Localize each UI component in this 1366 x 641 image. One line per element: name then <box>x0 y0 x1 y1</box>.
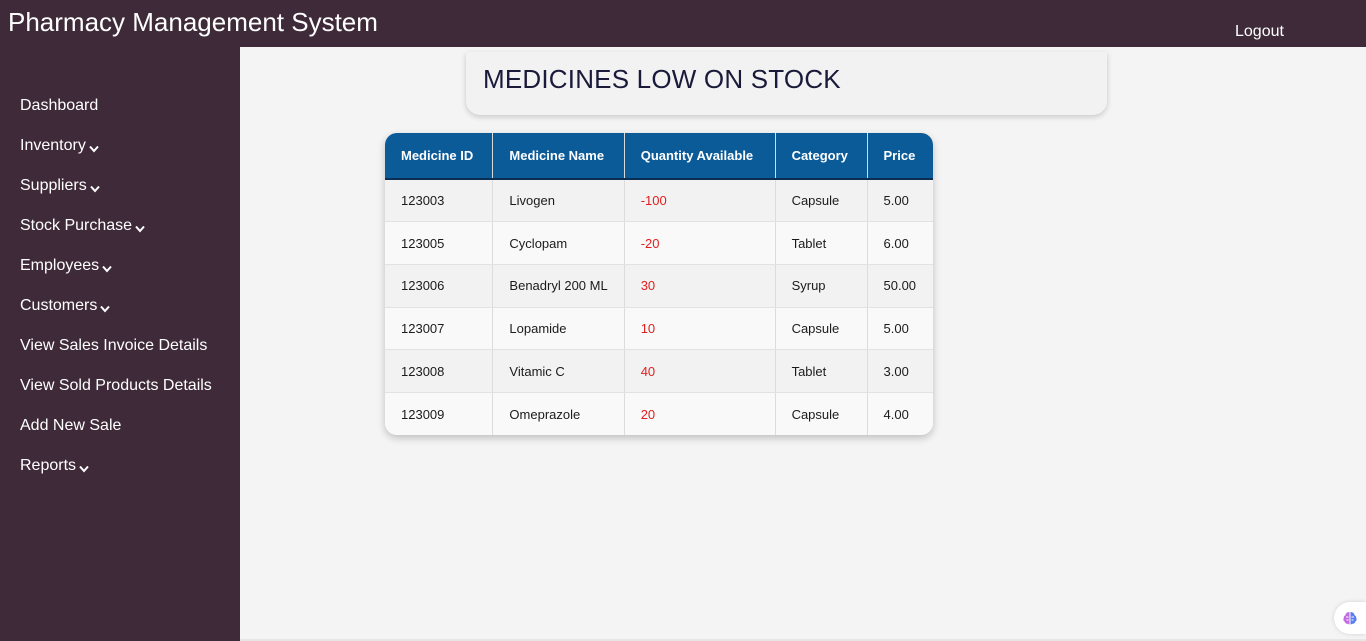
sidebar-item-customers[interactable]: Customers <box>0 286 240 326</box>
cell-category: Capsule <box>775 307 868 351</box>
cell-price: 5.00 <box>867 307 933 351</box>
sidebar-item-view-sold-products-details[interactable]: View Sold Products Details <box>0 366 240 406</box>
cell-medicine-id: 123003 <box>385 179 494 223</box>
sidebar-item-reports[interactable]: Reports <box>0 446 240 486</box>
table-row: 123006 Benadryl 200 ML 30 Syrup 50.00 <box>385 264 933 308</box>
cell-medicine-id: 123007 <box>385 307 494 351</box>
sidebar-item-label: View Sales Invoice Details <box>20 337 208 354</box>
cell-medicine-name: Lopamide <box>492 307 625 351</box>
cell-quantity-available: 30 <box>624 264 776 308</box>
low-stock-table: Medicine ID Medicine Name Quantity Avail… <box>385 133 933 436</box>
chevron-down-icon <box>89 183 101 195</box>
cell-medicine-name: Cyclopam <box>492 221 625 265</box>
app-title: Pharmacy Management System <box>8 7 378 37</box>
table-row: 123009 Omeprazole 20 Capsule 4.00 <box>385 392 933 436</box>
sidebar-item-label: Stock Purchase <box>20 217 133 234</box>
cell-price: 5.00 <box>867 179 933 223</box>
cell-medicine-id: 123009 <box>385 392 494 436</box>
page-title: MEDICINES LOW ON STOCK <box>483 64 841 94</box>
sidebar-item-inventory[interactable]: Inventory <box>0 126 240 166</box>
cell-medicine-name: Livogen <box>492 179 625 223</box>
chevron-down-icon <box>134 223 146 235</box>
low-stock-table-container: Medicine ID Medicine Name Quantity Avail… <box>385 133 933 436</box>
sidebar-item-label: Inventory <box>20 137 86 154</box>
cell-medicine-id: 123006 <box>385 264 494 308</box>
sidebar-item-label: Employees <box>20 257 100 274</box>
sidebar-item-view-sales-invoice-details[interactable]: View Sales Invoice Details <box>0 326 240 366</box>
sidebar-item-label: Customers <box>20 297 98 314</box>
sidebar: Dashboard Inventory Suppliers Stock Purc… <box>0 47 240 641</box>
sidebar-item-employees[interactable]: Employees <box>0 246 240 286</box>
chevron-down-icon <box>99 303 111 315</box>
chevron-down-icon <box>101 263 113 275</box>
cell-medicine-id: 123008 <box>385 349 494 393</box>
cell-category: Tablet <box>775 349 868 393</box>
table-header-row: Medicine ID Medicine Name Quantity Avail… <box>385 133 933 180</box>
cell-medicine-id: 123005 <box>385 221 494 265</box>
cell-price: 4.00 <box>883 406 909 422</box>
chevron-down-icon <box>88 143 100 155</box>
sidebar-item-stock-purchase[interactable]: Stock Purchase <box>0 206 240 246</box>
cell-price: 3.00 <box>867 349 933 393</box>
table-row: 123005 Cyclopam -20 Tablet 6.00 <box>385 221 933 265</box>
assistant-button[interactable] <box>1334 602 1366 634</box>
column-header-quantity-available: Quantity Available <box>624 133 776 180</box>
sidebar-item-dashboard[interactable]: Dashboard <box>0 86 240 126</box>
cell-category: Syrup <box>775 264 868 308</box>
cell-quantity-available: 10 <box>624 307 776 351</box>
page-header-card: MEDICINES LOW ON STOCK <box>466 52 1107 115</box>
cell-medicine-name: Omeprazole <box>492 392 625 436</box>
cell-price: 6.00 <box>867 221 933 265</box>
sidebar-item-label: Dashboard <box>20 97 99 114</box>
table-row: 123007 Lopamide 10 Capsule 5.00 <box>385 307 933 351</box>
column-header-medicine-id: Medicine ID <box>385 133 494 180</box>
column-header-category: Category <box>775 133 868 180</box>
sidebar-item-label: View Sold Products Details <box>20 377 212 394</box>
cell-category: Tablet <box>775 221 868 265</box>
column-header-medicine-name: Medicine Name <box>492 133 625 180</box>
cell-quantity-available: -20 <box>624 221 776 265</box>
column-header-price: Price <box>867 133 933 180</box>
sidebar-item-label: Add New Sale <box>20 417 122 434</box>
top-navbar: Pharmacy Management System Logout <box>0 0 1366 47</box>
logout-link[interactable]: Logout <box>1235 22 1284 42</box>
sidebar-item-add-new-sale[interactable]: Add New Sale <box>0 406 240 446</box>
cell-category: Capsule <box>775 179 868 223</box>
sidebar-item-label: Reports <box>20 457 77 474</box>
cell-quantity-available: -100 <box>624 179 776 223</box>
sidebar-item-suppliers[interactable]: Suppliers <box>0 166 240 206</box>
table-row: 123008 Vitamic C 40 Tablet 3.00 <box>385 349 933 393</box>
table-row: 123003 Livogen -100 Capsule 5.00 <box>385 179 933 223</box>
cell-medicine-name: Benadryl 200 ML <box>492 264 625 308</box>
sidebar-item-label: Suppliers <box>20 177 87 194</box>
cell-quantity-available: 40 <box>624 349 776 393</box>
cell-medicine-name: Vitamic C <box>492 349 625 393</box>
cell-price: 50.00 <box>867 264 933 308</box>
chevron-down-icon <box>78 463 90 475</box>
cell-category: Capsule <box>775 392 868 436</box>
brain-icon <box>1343 612 1357 625</box>
cell-quantity-available: 20 <box>624 392 776 436</box>
